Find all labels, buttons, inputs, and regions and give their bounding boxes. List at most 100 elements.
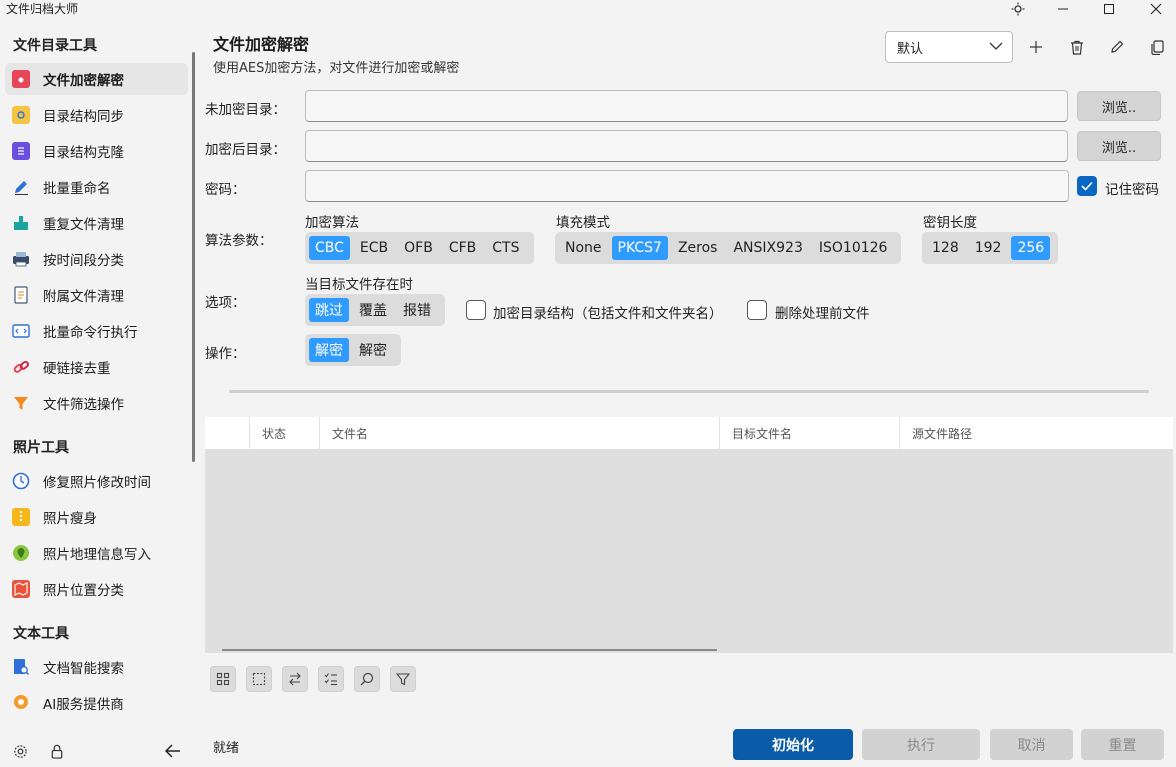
select-all-button[interactable] bbox=[210, 666, 236, 692]
sidebar-item-doc-search[interactable]: 文档智能搜索 bbox=[5, 651, 188, 683]
minimize-button[interactable] bbox=[1048, 0, 1078, 18]
sidebar-item-fix-photo-time[interactable]: 修复照片修改时间 bbox=[5, 465, 188, 497]
table-horizontal-scrollbar[interactable] bbox=[222, 649, 717, 651]
padding-option-iso10126[interactable]: ISO10126 bbox=[813, 236, 894, 260]
splitter[interactable] bbox=[229, 390, 1149, 393]
sidebar-item-label: 文件筛选操作 bbox=[43, 397, 124, 413]
close-button[interactable] bbox=[1141, 0, 1171, 18]
sidebar-item-photo-location[interactable]: 照片位置分类 bbox=[5, 573, 188, 605]
status-text: 就绪 bbox=[213, 741, 240, 756]
run-button[interactable]: 执行 bbox=[862, 729, 980, 760]
column-header-select[interactable] bbox=[205, 417, 249, 449]
keylen-option-128[interactable]: 128 bbox=[926, 236, 965, 260]
cipher-option-ecb[interactable]: ECB bbox=[354, 236, 394, 260]
sidebar-item-photo-geo[interactable]: 照片地理信息写入 bbox=[5, 537, 188, 569]
preset-dropdown[interactable]: 默认 bbox=[885, 31, 1013, 63]
theme-toggle-icon[interactable] bbox=[1003, 0, 1033, 18]
copy-preset-button[interactable] bbox=[1145, 35, 1169, 59]
sidebar-item-ai-provider[interactable]: AI服务提供商 bbox=[5, 687, 188, 719]
remember-password-checkbox[interactable] bbox=[1077, 176, 1097, 196]
sidebar-item-clone[interactable]: 目录结构克隆 bbox=[5, 135, 188, 167]
sidebar-item-label: 按时间段分类 bbox=[43, 253, 124, 269]
operation-option-decrypt[interactable]: 解密 bbox=[353, 338, 393, 362]
cipher-option-cts[interactable]: CTS bbox=[486, 236, 525, 260]
source-dir-input[interactable] bbox=[305, 90, 1068, 122]
settings-icon[interactable] bbox=[13, 744, 28, 763]
cipher-option-ofb[interactable]: OFB bbox=[398, 236, 439, 260]
column-header-target-filename[interactable]: 目标文件名 bbox=[719, 417, 899, 449]
target-dir-label: 加密后目录： bbox=[205, 142, 286, 158]
exists-option-skip[interactable]: 跳过 bbox=[309, 298, 349, 322]
list-icon bbox=[12, 142, 30, 160]
chevron-down-icon bbox=[989, 42, 1003, 50]
add-preset-button[interactable] bbox=[1024, 35, 1048, 59]
cipher-group-label: 加密算法 bbox=[305, 215, 359, 231]
checklist-button[interactable] bbox=[318, 666, 344, 692]
delete-source-checkbox[interactable] bbox=[747, 300, 767, 320]
sidebar-item-label: 文档智能搜索 bbox=[43, 661, 124, 677]
sidebar-item-label: 目录结构克隆 bbox=[43, 145, 124, 161]
keylen-segmented: 128 192 256 bbox=[922, 232, 1059, 264]
exists-option-overwrite[interactable]: 覆盖 bbox=[353, 298, 393, 322]
edit-preset-button[interactable] bbox=[1105, 35, 1129, 59]
invert-selection-button[interactable] bbox=[282, 666, 308, 692]
keylen-option-192[interactable]: 192 bbox=[969, 236, 1008, 260]
pencil-icon bbox=[1111, 40, 1124, 53]
sidebar-item-photo-slim[interactable]: 照片瘦身 bbox=[5, 501, 188, 533]
app-title: 文件归档大师 bbox=[6, 2, 79, 16]
sidebar-item-label: 目录结构同步 bbox=[43, 109, 124, 125]
sidebar-item-label: 修复照片修改时间 bbox=[43, 475, 151, 491]
sidebar-item-sync[interactable]: 目录结构同步 bbox=[5, 99, 188, 131]
search-button[interactable] bbox=[354, 666, 380, 692]
select-box-icon bbox=[252, 672, 266, 686]
sidebar-item-batch-cmd[interactable]: 批量命令行执行 bbox=[5, 315, 188, 347]
init-button[interactable]: 初始化 bbox=[733, 729, 853, 760]
filter-button[interactable] bbox=[390, 666, 416, 692]
cancel-button[interactable]: 取消 bbox=[990, 729, 1073, 760]
password-field[interactable] bbox=[305, 170, 1069, 202]
reset-button[interactable]: 重置 bbox=[1081, 729, 1164, 760]
sidebar-item-rename[interactable]: 批量重命名 bbox=[5, 171, 188, 203]
clock-icon bbox=[12, 472, 30, 490]
padding-option-ansix923[interactable]: ANSIX923 bbox=[727, 236, 808, 260]
sidebar-item-time-classify[interactable]: 按时间段分类 bbox=[5, 243, 188, 275]
padding-option-none[interactable]: None bbox=[559, 236, 608, 260]
sidebar-item-label: AI服务提供商 bbox=[43, 697, 124, 713]
column-header-status[interactable]: 状态 bbox=[249, 417, 319, 449]
collapse-sidebar-icon[interactable] bbox=[164, 744, 181, 762]
target-dir-input[interactable] bbox=[305, 130, 1068, 162]
cipher-option-cbc[interactable]: CBC bbox=[309, 236, 350, 260]
delete-preset-button[interactable] bbox=[1065, 35, 1089, 59]
doc-search-icon bbox=[12, 658, 30, 676]
cipher-option-cfb[interactable]: CFB bbox=[443, 236, 482, 260]
sidebar-item-hardlink[interactable]: 硬链接去重 bbox=[5, 351, 188, 383]
select-none-button[interactable] bbox=[246, 666, 272, 692]
file-table: 状态 文件名 目标文件名 源文件路径 bbox=[205, 417, 1173, 653]
checklist-icon bbox=[324, 673, 337, 686]
sidebar-item-label: 批量重命名 bbox=[43, 181, 111, 197]
padding-option-zeros[interactable]: Zeros bbox=[672, 236, 724, 260]
printer-icon bbox=[12, 250, 30, 268]
operation-option-decrypt-selected[interactable]: 解密 bbox=[309, 338, 349, 362]
sidebar-item-encrypt[interactable]: 文件加密解密 bbox=[5, 63, 188, 95]
browse-target-button[interactable]: 浏览.. bbox=[1077, 131, 1161, 161]
link-icon bbox=[12, 358, 30, 376]
sidebar-item-filter[interactable]: 文件筛选操作 bbox=[5, 387, 188, 419]
lock-toggle-icon[interactable] bbox=[50, 744, 64, 763]
page-subtitle: 使用AES加密方法，对文件进行加密或解密 bbox=[213, 61, 460, 76]
maximize-button[interactable] bbox=[1094, 0, 1124, 18]
sidebar-item-attached-clean[interactable]: 附属文件清理 bbox=[5, 279, 188, 311]
encrypt-structure-label: 加密目录结构（包括文件和文件夹名） bbox=[493, 306, 723, 322]
padding-option-pkcs7[interactable]: PKCS7 bbox=[611, 236, 668, 260]
column-header-source-path[interactable]: 源文件路径 bbox=[899, 417, 1173, 449]
browse-source-button[interactable]: 浏览.. bbox=[1077, 91, 1161, 121]
keylen-option-256[interactable]: 256 bbox=[1011, 236, 1051, 260]
sidebar-item-dedupe[interactable]: 重复文件清理 bbox=[5, 207, 188, 239]
column-header-filename[interactable]: 文件名 bbox=[319, 417, 719, 449]
padding-group-label: 填充模式 bbox=[556, 215, 610, 231]
exists-option-error[interactable]: 报错 bbox=[397, 298, 437, 322]
encrypt-structure-checkbox[interactable] bbox=[466, 300, 486, 320]
cleanup-icon bbox=[12, 214, 30, 232]
swap-icon bbox=[289, 672, 301, 686]
sidebar-scrollbar[interactable] bbox=[192, 52, 195, 462]
